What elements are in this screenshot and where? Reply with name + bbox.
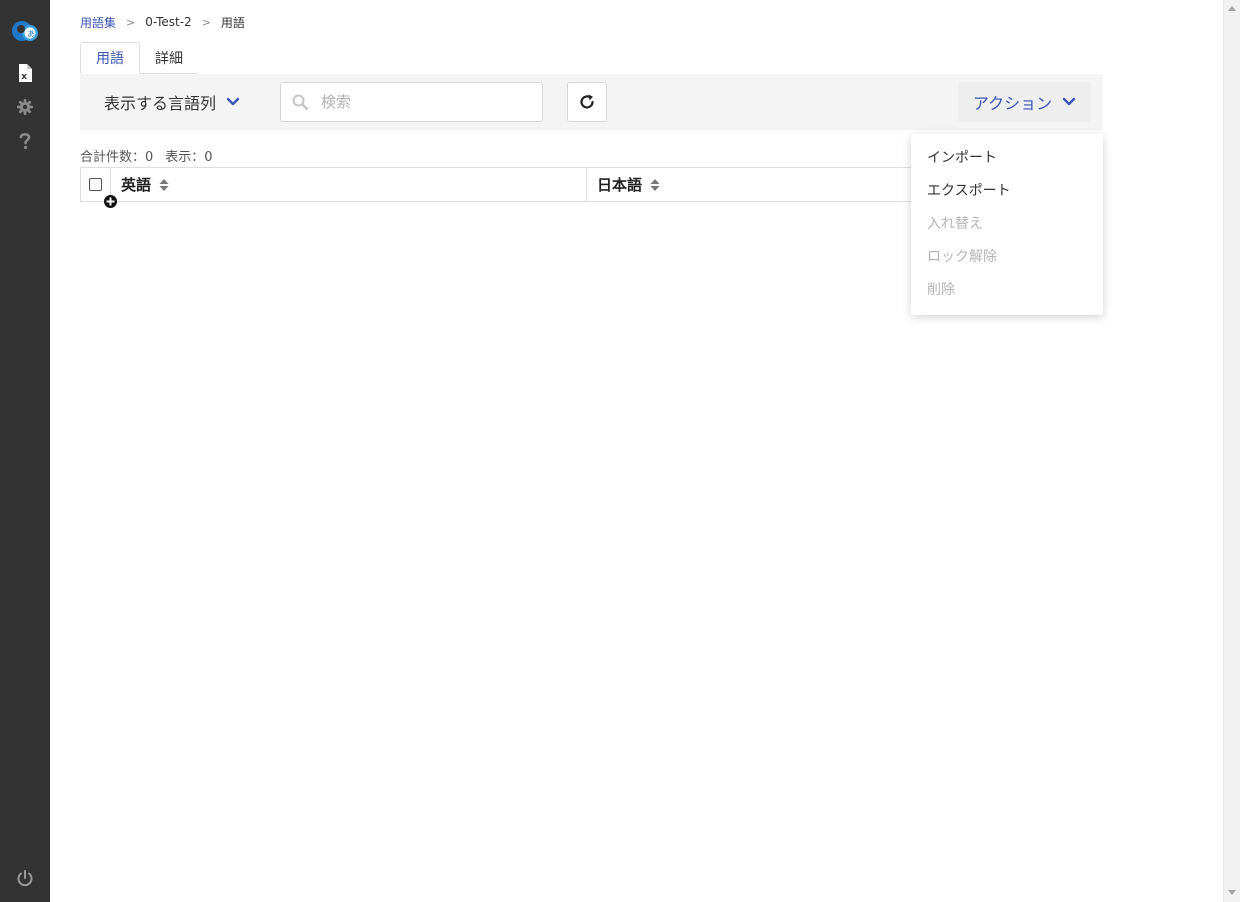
action-dropdown-button[interactable]: アクション bbox=[958, 82, 1091, 122]
language-columns-dropdown[interactable]: 表示する言語列 bbox=[104, 90, 240, 114]
tab-bar: 用語 詳細 bbox=[80, 42, 198, 74]
total-count: 合計件数：0 bbox=[80, 150, 154, 165]
left-rail: あ x bbox=[0, 0, 50, 902]
action-label: アクション bbox=[972, 94, 1053, 113]
chevron-down-icon bbox=[226, 97, 240, 106]
gear-icon[interactable] bbox=[15, 97, 35, 117]
menu-item-swap: 入れ替え bbox=[927, 216, 983, 232]
breadcrumb-project: 0-Test-2 bbox=[145, 15, 192, 29]
breadcrumb-current: 用語 bbox=[220, 15, 245, 30]
refresh-button[interactable] bbox=[567, 82, 607, 122]
shown-count: 表示：0 bbox=[165, 150, 213, 165]
refresh-icon bbox=[580, 94, 594, 109]
action-menu: インポート エクスポート 入れ替え ロック解除 削除 bbox=[911, 134, 1103, 315]
breadcrumb: 用語集 > 0-Test-2 > 用語 bbox=[80, 13, 245, 31]
breadcrumb-glossary-link[interactable]: 用語集 bbox=[80, 14, 116, 31]
search-input[interactable] bbox=[321, 91, 531, 113]
excel-file-icon[interactable]: x bbox=[15, 63, 35, 83]
chevron-down-icon bbox=[1062, 97, 1076, 106]
app-logo-icon[interactable]: あ bbox=[10, 18, 41, 44]
tab-terms[interactable]: 用語 bbox=[80, 42, 140, 74]
scroll-down-icon[interactable] bbox=[1228, 890, 1236, 895]
sort-icon bbox=[650, 178, 660, 191]
column-header-label: 日本語 bbox=[597, 176, 643, 194]
result-counts: 合計件数：0 表示：0 bbox=[80, 146, 213, 165]
menu-item-unlock: ロック解除 bbox=[927, 249, 997, 265]
search-icon bbox=[292, 94, 308, 110]
column-header-label: 英語 bbox=[121, 176, 152, 194]
svg-text:あ: あ bbox=[27, 30, 35, 39]
breadcrumb-separator: > bbox=[126, 15, 136, 29]
column-header-english[interactable]: 英語 bbox=[111, 168, 587, 201]
svg-text:x: x bbox=[21, 72, 27, 82]
sort-icon bbox=[159, 178, 169, 191]
power-icon[interactable] bbox=[15, 868, 35, 888]
toolbar: 表示する言語列 アクション bbox=[80, 74, 1103, 130]
question-icon[interactable] bbox=[15, 131, 35, 151]
menu-item-delete: 削除 bbox=[927, 282, 955, 298]
add-language-button[interactable] bbox=[104, 195, 117, 208]
menu-item-import[interactable]: インポート bbox=[927, 146, 1087, 168]
search-box bbox=[280, 82, 543, 122]
menu-item-export[interactable]: エクスポート bbox=[927, 179, 1087, 201]
plus-circle-icon bbox=[106, 197, 115, 206]
tab-details[interactable]: 詳細 bbox=[140, 42, 198, 74]
scroll-up-icon[interactable] bbox=[1228, 6, 1236, 11]
breadcrumb-separator: > bbox=[201, 15, 211, 29]
vertical-scrollbar[interactable] bbox=[1223, 0, 1240, 902]
select-all-checkbox[interactable] bbox=[89, 178, 102, 191]
language-columns-label: 表示する言語列 bbox=[104, 94, 217, 113]
